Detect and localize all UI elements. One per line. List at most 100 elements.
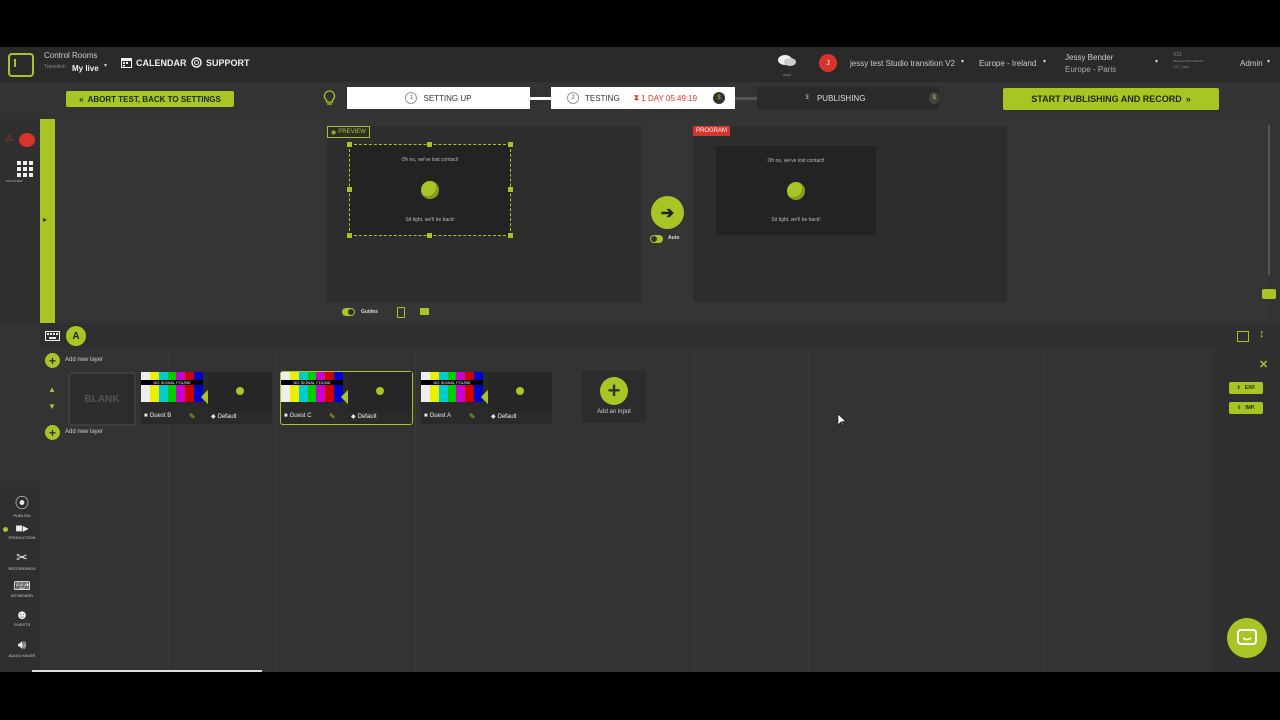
add-layer-top-label[interactable]: Add new layer	[65, 357, 103, 363]
edit-icon-2[interactable]: ✎	[329, 412, 336, 421]
chat-button[interactable]: CHAT	[778, 54, 796, 77]
add-input-button[interactable]: + Add an input	[582, 371, 646, 423]
double-chevron-right-icon: »	[1185, 94, 1191, 104]
resize-handle-b[interactable]	[427, 233, 432, 238]
import-button[interactable]: ⇩ IMP.	[1229, 402, 1263, 414]
guides-toggle[interactable]	[342, 308, 355, 316]
volume-icon[interactable]	[1262, 289, 1276, 299]
studio-dropdown-icon[interactable]: ▾	[961, 58, 964, 65]
resize-handle-l[interactable]	[347, 187, 352, 192]
keyboard-icon-2: ⌨	[13, 579, 31, 593]
abort-test-button[interactable]: « ABORT TEST, BACK TO SETTINGS	[66, 91, 234, 107]
color-bars-thumbnail-3	[421, 372, 484, 402]
step-3-number: 3	[805, 95, 809, 101]
publish-nav[interactable]: ⦿ PUBLISH	[4, 493, 40, 518]
layers-icon[interactable]	[420, 308, 429, 315]
program-screen: Oh no, we've lost contact! Sit tight, we…	[716, 146, 876, 235]
room-dropdown-icon[interactable]: ▾	[104, 62, 107, 69]
stage-scrollbar[interactable]	[1268, 125, 1270, 275]
guest-c-input: ■ Guest C	[284, 413, 312, 419]
scene-a-button[interactable]: A	[66, 326, 86, 346]
role-dropdown-icon[interactable]: ▾	[1267, 58, 1270, 65]
speaker-icon: 🔊︎	[17, 637, 27, 652]
auto-toggle[interactable]	[650, 235, 663, 243]
step-testing: 2 TESTING ⧗ 1 DAY 05:49:19 $	[551, 87, 735, 109]
resize-handle-r[interactable]	[508, 187, 513, 192]
layer-card-guest-c[interactable]: NO SIGNAL FOUND ■ Guest C ✎ ◆ Default	[280, 371, 413, 425]
resize-handle-t[interactable]	[427, 142, 432, 147]
resize-handle-br[interactable]	[508, 233, 513, 238]
resize-handle-tl[interactable]	[347, 142, 352, 147]
stage-collapse-handle[interactable]: ▸	[40, 119, 55, 323]
scene-thumbnail	[208, 372, 272, 412]
add-layer-bottom-label[interactable]: Add new layer	[65, 429, 103, 435]
no-signal-label: NO SIGNAL FOUND	[141, 380, 203, 385]
move-layer-up-icon[interactable]: ▲	[48, 385, 56, 394]
user-dropdown-icon[interactable]: ▾	[1155, 58, 1158, 65]
audio-mixer-nav[interactable]: 🔊︎ AUDIO MIXER	[4, 637, 40, 658]
export-button[interactable]: ⇪ EXP.	[1229, 382, 1263, 394]
keyboard-nav[interactable]: ⌨ KEYBOARD	[4, 579, 40, 598]
avatar[interactable]: J	[819, 54, 837, 72]
resize-handle-bl[interactable]	[347, 233, 352, 238]
expand-vertical-icon[interactable]: ↕	[1259, 328, 1265, 340]
lightbulb-icon[interactable]	[323, 90, 336, 106]
preview-screen[interactable]: Oh no, we've lost contact! Sit tight, we…	[349, 144, 511, 236]
room-name[interactable]: My live	[72, 64, 99, 73]
add-input-label: Add an input	[597, 409, 631, 415]
studio-name[interactable]: jessy test Studio transition V2	[850, 59, 955, 68]
recordings-nav[interactable]: ✂ RECORDINGS	[4, 549, 40, 571]
horizontal-scrollbar[interactable]	[32, 670, 262, 672]
step-publishing: 3 PUBLISHING $	[757, 87, 939, 109]
copy-icon[interactable]	[1237, 331, 1249, 342]
support-chat-button[interactable]	[1227, 618, 1267, 658]
layer-card-guest-b[interactable]: NO SIGNAL FOUND ■ Guest B ✎ ◆ Default	[141, 372, 272, 424]
program-line-1: Oh no, we've lost contact!	[767, 158, 825, 164]
grid-icon	[17, 161, 33, 177]
scene-thumbnail-2	[348, 372, 412, 412]
region-dropdown-icon[interactable]: ▾	[1043, 58, 1046, 65]
start-publishing-button[interactable]: START PUBLISHING AND RECORD »	[1003, 88, 1219, 110]
chevron-right-icon: ▸	[43, 215, 48, 224]
guests-nav[interactable]: ☻ GUESTS	[4, 607, 40, 627]
production-label: PRODUCTION	[8, 535, 36, 540]
edit-icon-3[interactable]: ✎	[469, 412, 476, 421]
add-layer-top-icon[interactable]: +	[45, 353, 60, 368]
layer-card-guest-a[interactable]: NO SIGNAL FOUND ■ Guest A ✎ ◆ Default	[421, 372, 552, 424]
logo-icon[interactable]	[8, 53, 34, 77]
region-select[interactable]: Europe - Ireland	[979, 59, 1036, 68]
support-button[interactable]: SUPPORT	[191, 57, 250, 68]
user-location: Europe - Paris	[1065, 65, 1117, 74]
import-label: IMP.	[1245, 405, 1255, 411]
audio-mixer-label: AUDIO MIXER	[8, 653, 36, 658]
user-name[interactable]: Jessy Bender	[1065, 53, 1113, 62]
alert-gauge-icon[interactable]	[19, 133, 35, 147]
move-layer-down-icon[interactable]: ▼	[48, 402, 56, 411]
step-setting-up: 1 SETTING UP	[347, 87, 530, 109]
calendar-button[interactable]: CALENDAR	[121, 57, 187, 68]
camera-icon: ■	[144, 413, 148, 419]
warning-icon[interactable]: ⚠	[5, 133, 13, 144]
users-icon: ☻	[15, 607, 29, 622]
production-nav[interactable]: ■▸ PRODUCTION	[4, 521, 40, 540]
auto-label: Auto	[668, 235, 680, 241]
close-icon[interactable]: ✕	[1259, 358, 1268, 371]
scissors-icon: ✂	[16, 549, 28, 565]
edit-icon[interactable]: ✎	[189, 412, 196, 421]
role-select[interactable]: Admin	[1240, 59, 1263, 68]
resize-handle-tr[interactable]	[508, 142, 513, 147]
support-label: SUPPORT	[206, 57, 250, 68]
blank-layer[interactable]: BLANK	[68, 372, 136, 426]
add-layer-bottom-icon[interactable]: +	[45, 425, 60, 440]
step-3-label: PUBLISHING	[816, 93, 866, 103]
transition-button[interactable]: ➔	[651, 196, 684, 229]
shield-icon-3: ◆	[491, 414, 496, 420]
keyboard-icon[interactable]	[45, 331, 60, 341]
abort-test-label: ABORT TEST, BACK TO SETTINGS	[87, 94, 221, 104]
guest-a-input: ■ Guest A	[424, 413, 451, 419]
preview-line-2: Sit tight, we'll be back!	[405, 217, 455, 223]
guest-c-scene: ◆ Default	[351, 413, 377, 421]
step-connector	[530, 97, 552, 100]
portrait-icon[interactable]	[397, 307, 405, 318]
color-bars-thumbnail	[141, 372, 204, 402]
